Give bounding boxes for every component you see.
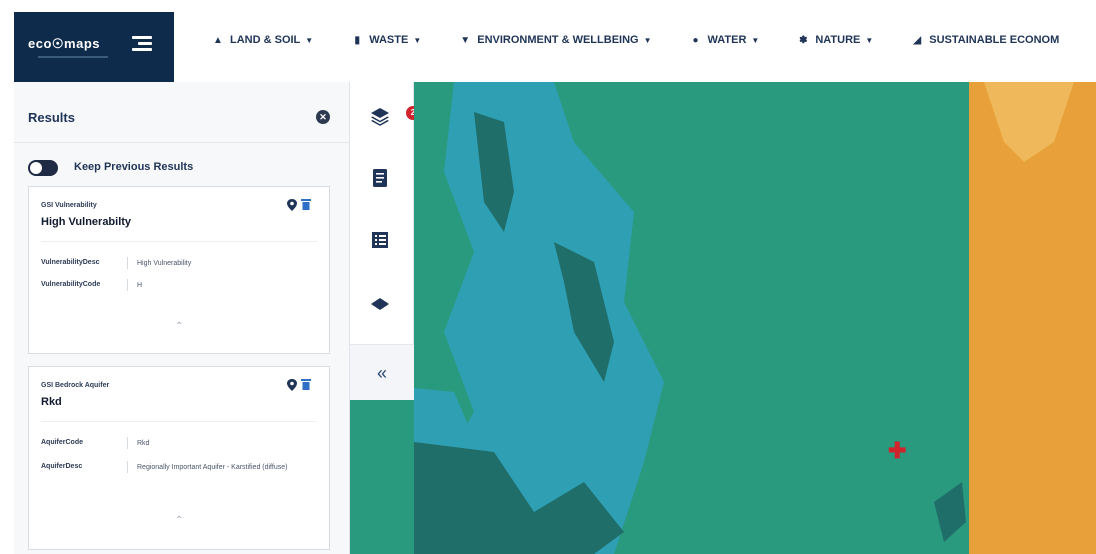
chevron-up-icon[interactable]: ⌃ [175, 321, 183, 332]
attribute-value: High Vulnerability [137, 260, 192, 267]
location-pin-icon[interactable] [287, 199, 297, 211]
table-list-icon[interactable] [368, 228, 392, 252]
card-layer-name: GSI Bedrock Aquifer [41, 382, 110, 389]
map-layer-graphics [414, 82, 1096, 554]
collapse-panel-button[interactable]: « [350, 344, 414, 400]
economy-icon: ◢ [913, 34, 922, 46]
card-layer-name: GSI Vulnerability [41, 202, 97, 209]
toggle-knob [30, 162, 42, 174]
row-divider [127, 279, 128, 291]
keep-previous-toggle[interactable] [28, 160, 58, 176]
card-title: High Vulnerabilty [41, 216, 132, 228]
nav-label: NATURE [815, 34, 861, 46]
land-icon: ▲ [213, 34, 223, 46]
card-title: Rkd [41, 396, 62, 408]
identify-location-marker-icon: ✚ [888, 438, 907, 463]
attribute-value: Regionally Important Aquifer - Karstifie… [137, 464, 288, 471]
map-strip[interactable] [350, 400, 414, 554]
row-divider [127, 437, 128, 449]
results-panel: Results ✕ Keep Previous Results GSI Vuln… [14, 82, 350, 554]
logo-block[interactable]: eco☉maps [14, 12, 174, 82]
attribute-value: Rkd [137, 440, 150, 447]
nav-label: SUSTAINABLE ECONOM [929, 34, 1060, 46]
chevron-down-icon: ▼ [305, 35, 314, 45]
nav-item-nature[interactable]: ✽ NATURE ▼ [797, 34, 873, 46]
nav-label: WASTE [369, 34, 409, 46]
location-pin-icon[interactable] [287, 379, 297, 391]
row-divider [127, 257, 128, 269]
nav-item-land-soil[interactable]: ▲ LAND & SOIL ▼ [212, 34, 313, 46]
trash-icon[interactable] [301, 199, 311, 210]
environment-icon: ▼ [460, 34, 471, 46]
result-card: GSI Vulnerability High Vulnerabilty Vuln… [28, 186, 330, 354]
close-icon[interactable]: ✕ [316, 110, 330, 124]
nav-item-sustainable-economy[interactable]: ◢ SUSTAINABLE ECONOM [911, 34, 1059, 46]
nav-label: WATER [707, 34, 747, 46]
main-nav: ▲ LAND & SOIL ▼ ▮ WASTE ▼ ▼ ENVIRONMENT … [212, 34, 1096, 46]
legend-icon[interactable] [368, 166, 392, 190]
map-canvas[interactable]: ✚ [414, 82, 1096, 554]
attribute-value: H [137, 282, 143, 289]
chevron-down-icon: ▼ [643, 35, 652, 45]
nav-item-environment-wellbeing[interactable]: ▼ ENVIRONMENT & WELLBEING ▼ [459, 34, 651, 46]
chevron-down-icon: ▼ [865, 35, 874, 45]
card-separator [41, 421, 317, 422]
basemap-icon[interactable] [368, 292, 392, 316]
attribute-key: AquiferCode [41, 439, 83, 446]
logo[interactable]: eco☉maps [28, 36, 100, 52]
nature-icon: ✽ [799, 34, 808, 46]
map-tool-strip: 2 « [350, 82, 420, 400]
nav-label: LAND & SOIL [230, 34, 301, 46]
panel-title: Results [28, 110, 75, 125]
keep-previous-label: Keep Previous Results [74, 161, 194, 173]
card-separator [41, 241, 317, 242]
chevron-down-icon: ▼ [413, 35, 422, 45]
logo-tagline-line [38, 56, 108, 58]
attribute-key: VulnerabilityDesc [41, 259, 100, 266]
attribute-key: AquiferDesc [41, 463, 83, 470]
row-divider [127, 461, 128, 473]
attribute-key: VulnerabilityCode [41, 281, 101, 288]
waste-icon: ▮ [354, 34, 360, 46]
chevron-up-icon[interactable]: ⌃ [175, 515, 183, 526]
trash-icon[interactable] [301, 379, 311, 390]
top-header: eco☉maps ▲ LAND & SOIL ▼ ▮ WASTE ▼ ▼ ENV… [0, 0, 1096, 82]
divider [14, 142, 350, 143]
chevron-down-icon: ▼ [751, 35, 760, 45]
nav-item-waste[interactable]: ▮ WASTE ▼ [351, 34, 421, 46]
result-card: GSI Bedrock Aquifer Rkd AquiferCode Rkd … [28, 366, 330, 550]
nav-label: ENVIRONMENT & WELLBEING [477, 34, 639, 46]
hamburger-menu-icon[interactable] [132, 36, 152, 52]
layers-icon[interactable] [368, 104, 392, 128]
nav-item-water[interactable]: ● WATER ▼ [690, 34, 760, 46]
water-icon: ● [692, 34, 699, 46]
